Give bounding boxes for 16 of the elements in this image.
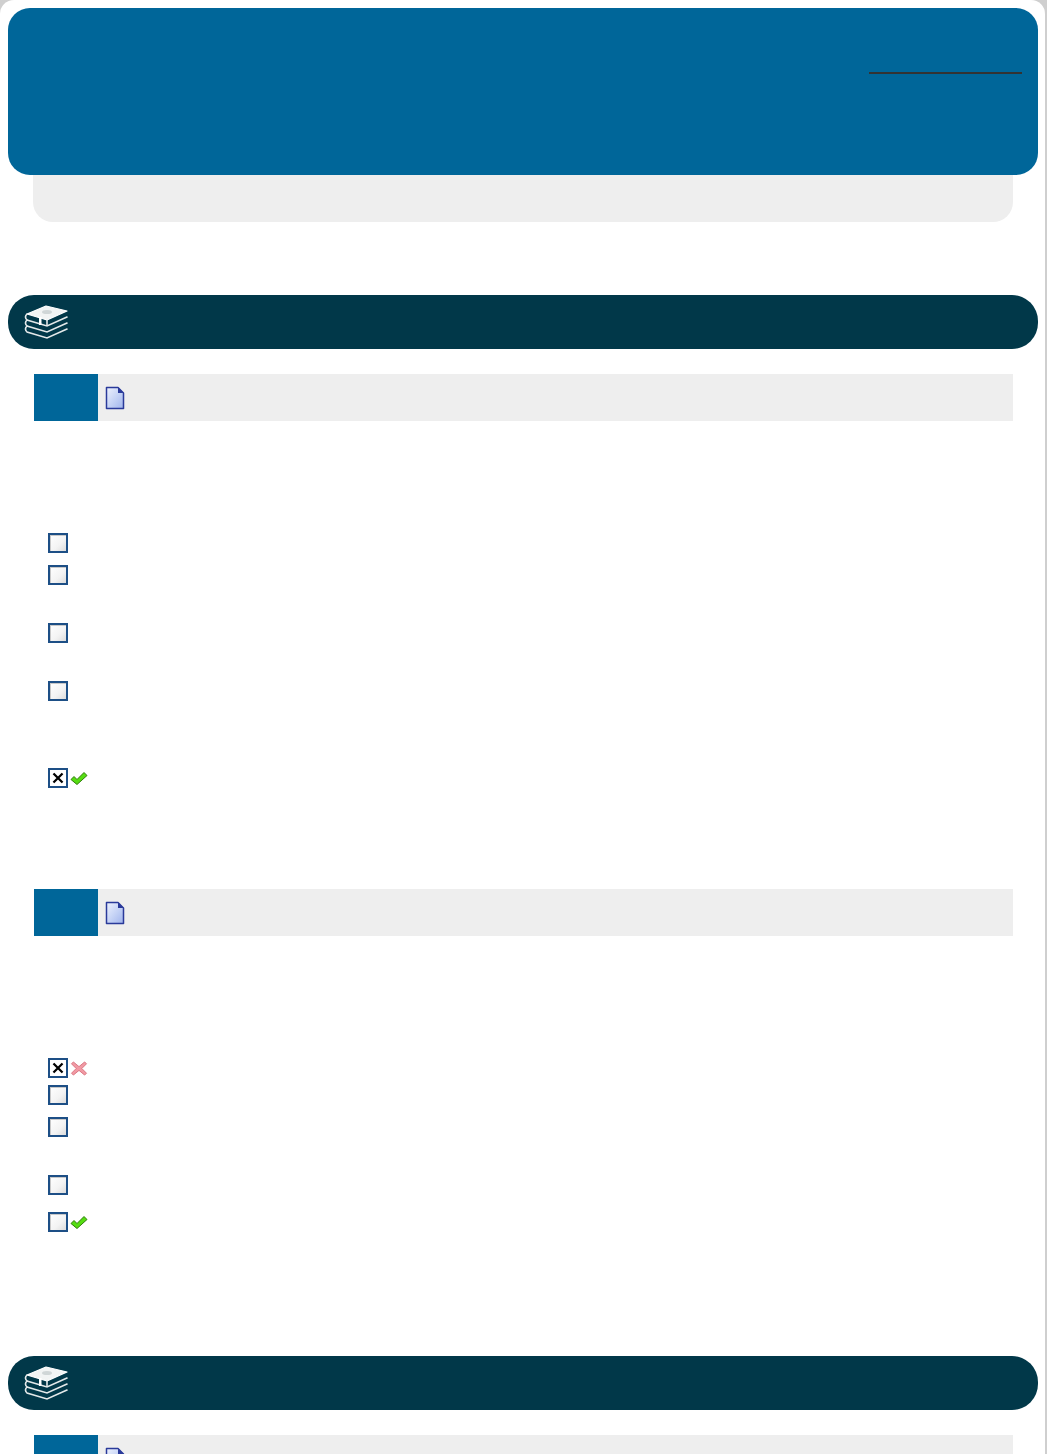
checkbox[interactable] bbox=[48, 768, 68, 788]
books-icon bbox=[22, 1363, 70, 1403]
question-number-tile bbox=[34, 889, 98, 936]
checkbox[interactable] bbox=[48, 565, 68, 585]
question-number-tile bbox=[34, 374, 98, 421]
checkbox[interactable] bbox=[48, 1085, 68, 1105]
checkbox[interactable] bbox=[48, 681, 68, 701]
document-icon bbox=[105, 900, 125, 925]
checkbox[interactable] bbox=[48, 1175, 68, 1195]
checkbox[interactable] bbox=[48, 1212, 68, 1232]
checkbox[interactable] bbox=[48, 1117, 68, 1137]
checkbox[interactable] bbox=[48, 623, 68, 643]
checkbox[interactable] bbox=[48, 533, 68, 553]
checkbox[interactable] bbox=[48, 1058, 68, 1078]
books-icon bbox=[22, 302, 70, 342]
document-icon bbox=[105, 385, 125, 410]
